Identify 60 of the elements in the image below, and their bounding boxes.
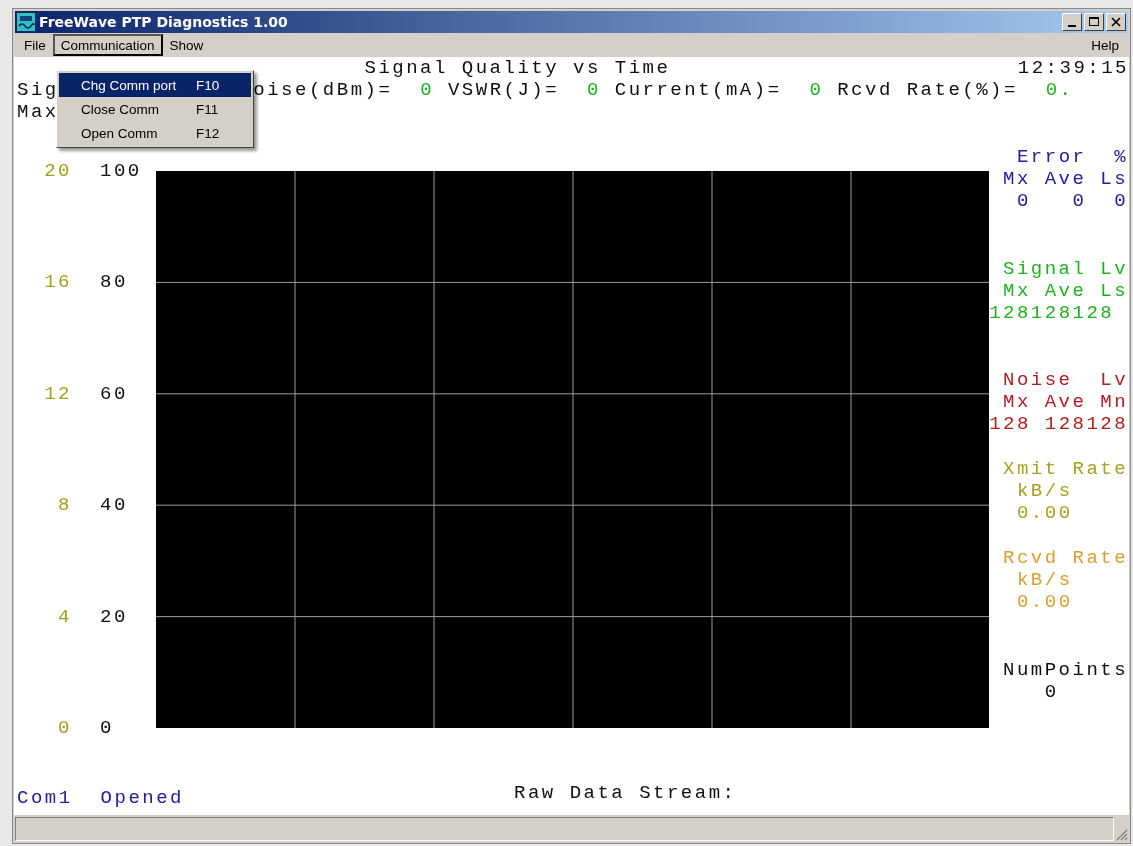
reading-value: 0. [1045,79,1074,101]
logo-icon [17,13,35,31]
reading-label: Sig [17,79,59,101]
menu-item[interactable]: Help [1084,34,1126,56]
clock-text: 12:39:15 [1017,57,1129,79]
axis-tick-label: 100 [100,160,142,182]
chart-title: Signal Quality vs Time [364,57,671,79]
axis-tick-label: 20 [43,160,72,182]
maximize-icon [1089,17,1099,27]
minimize-button[interactable] [1062,13,1082,31]
reading-value: 0 [420,79,435,101]
axis-tick-label: 40 [100,494,128,517]
stat-text: NumPoints [1003,659,1129,681]
reading-label: Current(mA)= [614,79,782,101]
close-button[interactable] [1106,13,1126,31]
menu-item[interactable]: File [17,34,53,56]
menu-item[interactable]: Show [162,34,211,56]
reading-value: 0 [586,79,601,101]
minimize-icon [1068,24,1076,27]
stat-text: 128128128 [989,302,1115,324]
window-title: FreeWave PTP Diagnostics 1.00 [39,14,289,30]
axis-tick-label: 4 [57,605,72,628]
stat-text: Mx Ave Mn [1003,391,1129,413]
stat-text: kB/s [1016,480,1073,502]
resize-grip-icon [1114,827,1128,841]
stat-text: Rcvd Rate [1003,547,1129,569]
stat-text: 0 [1044,681,1059,703]
reading-label: oise(dBm)= [253,79,393,101]
stat-text: 0.00 [1016,591,1073,613]
reading-label: Max [17,101,59,123]
axis-tick-label: 0 [100,716,114,739]
port-status: Opened [100,787,185,809]
stat-text: 0.00 [1016,502,1073,524]
stat-text: Xmit Rate [1003,458,1129,480]
dropdown-item[interactable]: Close Comm F11 [59,97,251,121]
axis-tick-label: 20 [100,605,128,628]
stat-text: kB/s [1016,569,1073,591]
axis-tick-label: 12 [43,382,72,405]
dropdown-item[interactable]: Chg Comm port F10 [59,73,251,97]
stat-text: Signal Lv [1003,258,1129,280]
axis-tick-label: 60 [100,382,128,405]
axis-tick-label: 16 [43,271,72,294]
stat-text: Noise Lv [1003,369,1129,391]
axis-tick-label: 80 [100,271,128,294]
reading-label: Rcvd Rate(%)= [837,79,1018,101]
stat-text: Mx Ave Ls [1003,280,1129,302]
close-icon [1111,17,1121,27]
stat-text: 0 0 0 [1016,190,1129,212]
stat-text: Error % [1016,146,1129,168]
stat-text: Mx Ave Ls [1003,168,1129,190]
reading-value: 0 [809,79,824,101]
axis-tick-label: 8 [57,494,72,517]
raw-data-label: Raw Data Stream: [514,782,737,804]
axis-tick-label: 0 [57,716,72,739]
dropdown-item[interactable]: Open Comm F12 [59,121,251,145]
maximize-button[interactable] [1084,13,1104,31]
reading-label: VSWR(J)= [447,79,560,101]
stat-text: 128 128128 [989,413,1129,435]
port-name: Com1 [17,787,73,809]
menu-item[interactable]: Communication [52,34,163,56]
